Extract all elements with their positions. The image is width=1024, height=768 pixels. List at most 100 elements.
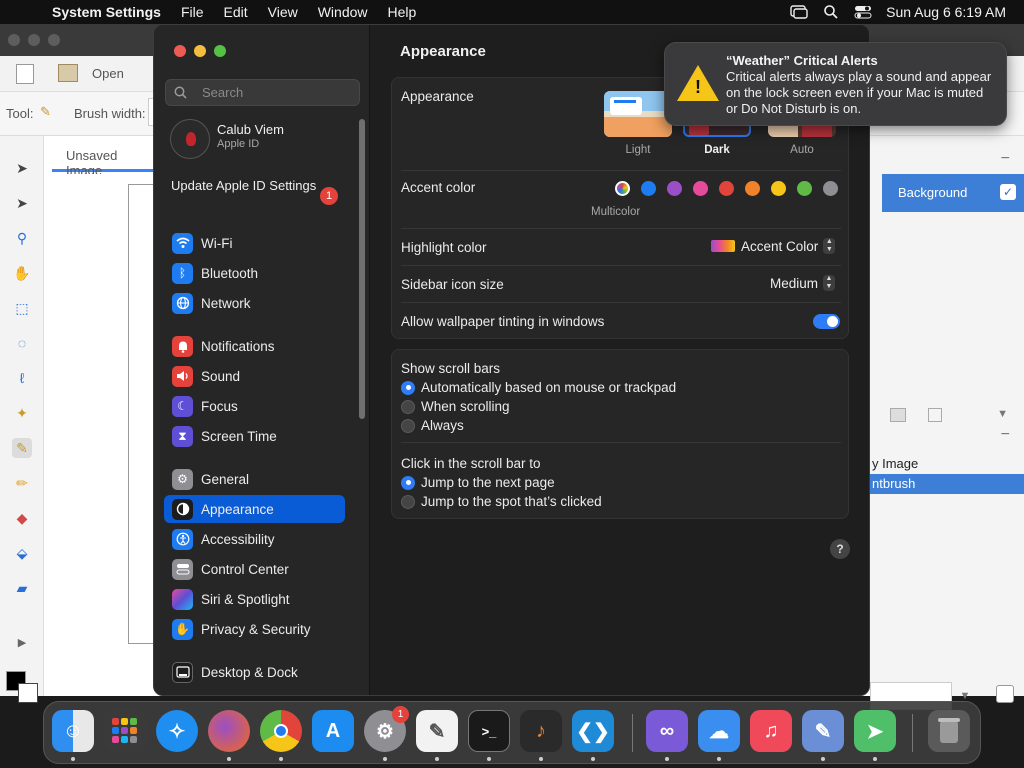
- trash-icon[interactable]: [928, 710, 970, 752]
- sidebar-icon-size-popup[interactable]: Medium ▲ ▼: [770, 275, 836, 291]
- apple-id-profile[interactable]: Calub Viem Apple ID: [170, 119, 360, 159]
- help-button[interactable]: ?: [830, 539, 850, 559]
- accent-green-swatch[interactable]: [797, 181, 812, 196]
- bucket-icon[interactable]: ⬙: [12, 543, 32, 563]
- sidebar-item-screen-time[interactable]: ⧗ Screen Time: [164, 422, 345, 450]
- expand-arrow-icon[interactable]: ▶: [12, 633, 32, 653]
- sidebar-item-accessibility[interactable]: Accessibility: [164, 525, 345, 553]
- layer-menu-icon[interactable]: ▼: [997, 408, 1008, 420]
- ellipse-select-icon[interactable]: ◌: [12, 333, 32, 353]
- sidebar-item-siri-spotlight[interactable]: Siri & Spotlight: [164, 585, 345, 613]
- minimize-button[interactable]: [194, 45, 206, 57]
- rectangle-select-icon[interactable]: ⬚: [12, 298, 32, 318]
- paint-minimize-button[interactable]: [28, 34, 40, 46]
- radio-button[interactable]: [401, 494, 415, 509]
- paint-zoom-button[interactable]: [48, 34, 60, 46]
- spotlight-icon[interactable]: [822, 5, 840, 19]
- eraser-icon[interactable]: ◆: [12, 508, 32, 528]
- history-action-icon[interactable]: [996, 685, 1014, 703]
- sidebar-scrollbar[interactable]: [359, 119, 365, 419]
- collapse-icon[interactable]: −: [1001, 150, 1010, 168]
- menu-edit[interactable]: Edit: [214, 4, 258, 20]
- scroll-auto-option[interactable]: Automatically based on mouse or trackpad: [401, 380, 676, 395]
- radio-button[interactable]: [401, 418, 415, 433]
- launchpad-icon[interactable]: [104, 710, 146, 752]
- music-icon[interactable]: ♫: [750, 710, 792, 752]
- jump-spot-clicked-option[interactable]: Jump to the spot that’s clicked: [401, 494, 602, 509]
- accent-multicolor-swatch[interactable]: [615, 181, 630, 196]
- accent-yellow-swatch[interactable]: [771, 181, 786, 196]
- sidebar-item-appearance[interactable]: Appearance: [164, 495, 345, 523]
- highlight-color-popup[interactable]: Accent Color ▲ ▼: [711, 238, 836, 254]
- open-folder-icon[interactable]: [58, 64, 78, 82]
- scroll-when-scrolling-option[interactable]: When scrolling: [401, 399, 510, 414]
- safari-icon[interactable]: ✧: [156, 710, 198, 752]
- menu-file[interactable]: File: [171, 4, 214, 20]
- accent-blue-swatch[interactable]: [641, 181, 656, 196]
- visual-studio-icon[interactable]: ∞: [646, 710, 688, 752]
- pencil-icon[interactable]: ✏: [12, 473, 32, 493]
- zoom-icon[interactable]: ⚲: [12, 228, 32, 248]
- accent-orange-swatch[interactable]: [745, 181, 760, 196]
- gradient-icon[interactable]: ▰: [12, 578, 32, 598]
- accent-purple-swatch[interactable]: [667, 181, 682, 196]
- appearance-light-thumbnail[interactable]: [604, 91, 672, 137]
- notification-banner[interactable]: ! “Weather” Critical Alerts Critical ale…: [664, 42, 1007, 126]
- scroll-always-option[interactable]: Always: [401, 418, 464, 433]
- secondary-color-swatch[interactable]: [18, 683, 38, 703]
- paint-close-button[interactable]: [8, 34, 20, 46]
- layer-row[interactable]: Background ✓: [882, 174, 1024, 212]
- app-store-icon[interactable]: A: [312, 710, 354, 752]
- open-button[interactable]: Open: [92, 66, 124, 81]
- weather-icon[interactable]: ☁: [698, 710, 740, 752]
- sidebar-item-desktop-dock[interactable]: Desktop & Dock: [164, 658, 345, 686]
- sidebar-item-focus[interactable]: ☾ Focus: [164, 392, 345, 420]
- accent-graphite-swatch[interactable]: [823, 181, 838, 196]
- radio-button[interactable]: [401, 475, 415, 490]
- lasso-icon[interactable]: ℓ: [12, 368, 32, 388]
- sidebar-item-general[interactable]: ⚙ General: [164, 465, 345, 493]
- history-item[interactable]: y Image: [870, 454, 1024, 474]
- maps-icon[interactable]: ➤: [854, 710, 896, 752]
- layer-visible-checkbox[interactable]: ✓: [1000, 184, 1016, 200]
- finder-icon[interactable]: ☺: [52, 710, 94, 752]
- search-input[interactable]: Search: [165, 79, 360, 106]
- sidebar-item-bluetooth[interactable]: ᛒ Bluetooth: [164, 259, 345, 287]
- history-collapse-icon[interactable]: −: [1001, 426, 1010, 444]
- move-selection-icon[interactable]: ➤: [12, 193, 32, 213]
- sidebar-item-sound[interactable]: Sound: [164, 362, 345, 390]
- screen-mirroring-icon[interactable]: [790, 5, 808, 19]
- sidebar-item-network[interactable]: Network: [164, 289, 345, 317]
- radio-button[interactable]: [401, 380, 415, 395]
- guitar-icon[interactable]: ♪: [520, 710, 562, 752]
- paint-icon[interactable]: ✎: [802, 710, 844, 752]
- menu-help[interactable]: Help: [378, 4, 427, 20]
- new-file-icon[interactable]: [16, 64, 34, 84]
- magic-wand-icon[interactable]: ✦: [12, 403, 32, 423]
- update-apple-id-item[interactable]: Update Apple ID Settings: [171, 178, 331, 194]
- select-arrow-icon[interactable]: ➤: [12, 158, 32, 178]
- paintbrush-tool-icon[interactable]: ✎: [12, 438, 32, 458]
- wallpaper-tinting-toggle[interactable]: [813, 314, 840, 329]
- menu-clock[interactable]: Sun Aug 6 6:19 AM: [886, 4, 1006, 20]
- close-button[interactable]: [174, 45, 186, 57]
- jump-next-page-option[interactable]: Jump to the next page: [401, 475, 555, 490]
- sidebar-item-control-center[interactable]: Control Center: [164, 555, 345, 583]
- image-tab[interactable]: Unsaved Image: [52, 140, 162, 178]
- sidebar-item-privacy-security[interactable]: ✋ Privacy & Security: [164, 615, 345, 643]
- sidebar-item-wifi[interactable]: Wi-Fi: [164, 229, 345, 257]
- history-item-selected[interactable]: ntbrush: [870, 474, 1024, 494]
- control-center-icon[interactable]: [854, 5, 872, 19]
- accent-pink-swatch[interactable]: [693, 181, 708, 196]
- zoom-button[interactable]: [214, 45, 226, 57]
- sidebar-item-notifications[interactable]: Notifications: [164, 332, 345, 360]
- add-layer-icon[interactable]: [890, 408, 906, 422]
- chrome-icon[interactable]: [260, 710, 302, 752]
- textedit-icon[interactable]: ✎: [416, 710, 458, 752]
- pan-hand-icon[interactable]: ✋: [12, 263, 32, 283]
- vscode-icon[interactable]: ❮❯: [572, 710, 614, 752]
- menu-app-name[interactable]: System Settings: [52, 4, 171, 20]
- radio-button[interactable]: [401, 399, 415, 414]
- terminal-icon[interactable]: >_: [468, 710, 510, 752]
- firefox-icon[interactable]: [208, 710, 250, 752]
